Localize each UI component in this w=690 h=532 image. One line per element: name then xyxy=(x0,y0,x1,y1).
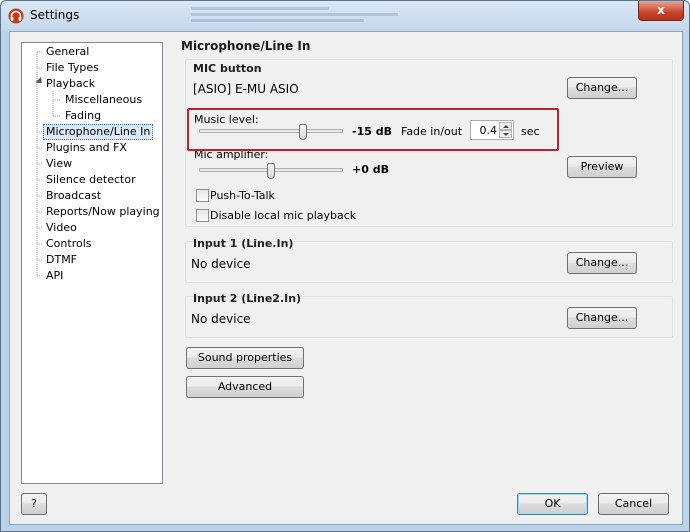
title-bar[interactable]: Settings x xyxy=(1,1,689,31)
annotation-highlight-box xyxy=(187,108,559,151)
mic-amplifier-slider-thumb[interactable] xyxy=(267,163,275,179)
mic-device-name: [ASIO] E-MU ASIO xyxy=(193,82,299,96)
advanced-button[interactable]: Advanced xyxy=(186,376,304,398)
tree-item-playback[interactable]: Playback xyxy=(44,76,97,92)
tree-item-controls[interactable]: Controls xyxy=(44,236,94,252)
tree-item-view[interactable]: View xyxy=(44,156,74,172)
input1-device-name: No device xyxy=(191,257,251,271)
tree-item-general[interactable]: General xyxy=(44,44,91,60)
app-headphones-icon xyxy=(8,8,24,24)
preview-button[interactable]: Preview xyxy=(567,156,637,178)
input1-group-title: Input 1 (Line.In) xyxy=(193,237,294,250)
tree-item-broadcast[interactable]: Broadcast xyxy=(44,188,103,204)
ok-button[interactable]: OK xyxy=(517,493,588,515)
tree-item-plugins-and-fx[interactable]: Plugins and FX xyxy=(44,140,129,156)
window-title: Settings xyxy=(30,8,80,22)
mic-button-group-title: MIC button xyxy=(193,62,262,75)
push-to-talk-label[interactable]: Push-To-Talk xyxy=(210,189,275,202)
input2-change-button[interactable]: Change... xyxy=(567,307,637,329)
mic-change-button[interactable]: Change... xyxy=(567,77,637,99)
settings-tree[interactable]: General File Types Playback Miscellaneou… xyxy=(21,42,163,484)
sound-properties-button[interactable]: Sound properties xyxy=(186,347,304,369)
mic-amplifier-value: +0 dB xyxy=(352,163,389,176)
tree-item-silence-detector[interactable]: Silence detector xyxy=(44,172,138,188)
push-to-talk-checkbox[interactable] xyxy=(196,189,209,202)
cancel-button[interactable]: Cancel xyxy=(598,493,669,515)
tree-item-api[interactable]: API xyxy=(44,268,65,284)
input1-change-button[interactable]: Change... xyxy=(567,252,637,274)
tree-item-dtmf[interactable]: DTMF xyxy=(44,252,79,268)
tree-item-video[interactable]: Video xyxy=(44,220,79,236)
help-button[interactable]: ? xyxy=(21,493,47,515)
tree-item-microphone-line-in[interactable]: Microphone/Line In xyxy=(43,124,154,140)
tree-item-file-types[interactable]: File Types xyxy=(44,60,101,76)
background-window-ghost xyxy=(191,4,421,28)
page-title: Microphone/Line In xyxy=(181,39,311,53)
input2-group-title: Input 2 (Line2.In) xyxy=(193,292,302,305)
close-icon: x xyxy=(657,3,665,17)
input2-device-name: No device xyxy=(191,312,251,326)
close-button[interactable]: x xyxy=(638,1,684,21)
tree-item-fading[interactable]: Fading xyxy=(63,108,103,124)
tree-item-reports-now-playing[interactable]: Reports/Now playing xyxy=(44,204,162,220)
disable-local-playback-checkbox[interactable] xyxy=(196,209,209,222)
tree-item-miscellaneous[interactable]: Miscellaneous xyxy=(63,92,144,108)
disable-local-playback-label[interactable]: Disable local mic playback xyxy=(210,209,356,222)
